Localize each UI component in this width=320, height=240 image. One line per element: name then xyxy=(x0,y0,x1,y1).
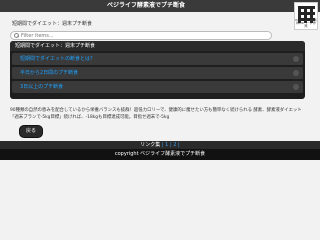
breadcrumb: 短期間でダイエット：週末プチ断食 xyxy=(12,21,92,27)
chevron-right-icon xyxy=(293,84,299,90)
qr-caption: Powered by 無料QRコード作成 xyxy=(295,18,317,28)
footer-links-label: リンク集 xyxy=(140,142,161,148)
qr-code: Powered by 無料QRコード作成 xyxy=(294,2,318,30)
copyright: copyright ベジライフ酵素液でプチ断食 xyxy=(0,149,320,160)
panel-title: 短期間でダイエット：週末プチ断食 xyxy=(10,41,305,51)
list-item-label: 3日以上のプチ断食 xyxy=(20,84,64,90)
filter-input[interactable] xyxy=(21,32,251,39)
footer-link-2[interactable]: 2 xyxy=(173,142,176,148)
description-text: 90種類の自然の恵みを配合しているから栄養バランスも抜群！超低カロリーで、健康的… xyxy=(10,108,302,120)
footer-links: リンク集 | 1 | 2 | xyxy=(0,141,320,149)
footer-link-1[interactable]: 1 xyxy=(165,142,168,148)
site-header: ベジライフ酵素液でプチ断食 xyxy=(0,0,320,12)
list-item-half-day[interactable]: 半日から2日間のプチ断食 xyxy=(12,67,303,79)
list-item-label: 半日から2日間のプチ断食 xyxy=(20,70,79,76)
footer-sep: | xyxy=(169,142,172,148)
list-item-fasting-intro[interactable]: 短期間でダイエットの断食とは？ xyxy=(12,53,303,65)
search-bar[interactable] xyxy=(10,31,272,40)
search-icon xyxy=(14,33,19,38)
site-title: ベジライフ酵素液でプチ断食 xyxy=(106,2,185,9)
chevron-right-icon xyxy=(293,56,299,62)
content-panel: 短期間でダイエット：週末プチ断食 短期間でダイエットの断食とは？ 半日から2日間… xyxy=(10,41,305,99)
list-item-label: 短期間でダイエットの断食とは？ xyxy=(20,56,95,62)
footer-sep: | xyxy=(178,142,180,148)
footer-sep: | xyxy=(161,142,164,148)
list-item-three-days[interactable]: 3日以上のプチ断食 xyxy=(12,81,303,93)
chevron-right-icon xyxy=(293,70,299,76)
back-button[interactable]: 戻る xyxy=(19,125,43,138)
